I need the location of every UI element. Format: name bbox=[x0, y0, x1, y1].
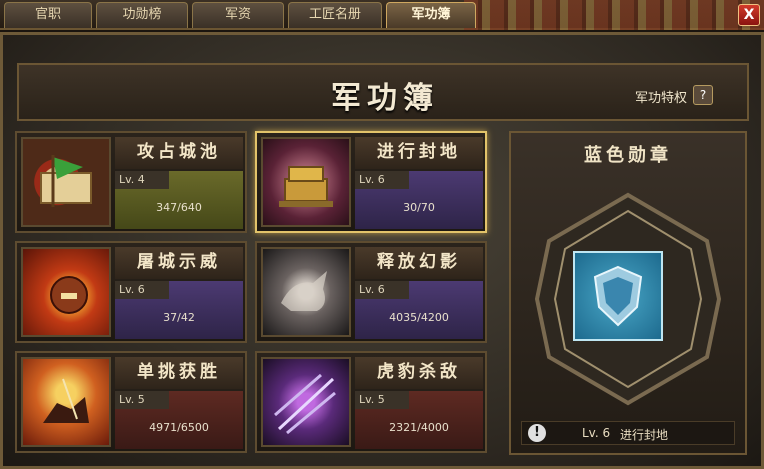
scroll-flag-icon bbox=[21, 137, 111, 227]
card-level: Lv. 5 bbox=[355, 391, 409, 409]
card-progress-panel: Lv. 6 37/42 bbox=[115, 281, 243, 339]
card-progress: 347/640 bbox=[156, 201, 202, 214]
medal-achievement-name: 进行封地 bbox=[620, 428, 669, 442]
card-progress-panel: Lv. 5 4971/6500 bbox=[115, 391, 243, 449]
medal-level: Lv. 6 bbox=[582, 426, 611, 440]
card-progress: 37/42 bbox=[163, 311, 195, 324]
card-level: Lv. 6 bbox=[115, 281, 169, 299]
merit-card-capture-city[interactable]: 攻占城池 Lv. 4 347/640 bbox=[15, 131, 247, 233]
merit-card-tiger-leopard[interactable]: 虎豹杀敌 Lv. 5 2321/4000 bbox=[255, 351, 487, 453]
card-progress-panel: Lv. 6 4035/4200 bbox=[355, 281, 483, 339]
merit-book-panel: 军功簿 军功特权 ? 攻占城池 Lv. 4 347/640 进行封地 Lv. 6… bbox=[0, 32, 764, 469]
card-level: Lv. 4 bbox=[115, 171, 169, 189]
tab-official-rank[interactable]: 官职 bbox=[4, 2, 92, 28]
tab-merit-ranking[interactable]: 功勋榜 bbox=[96, 2, 188, 28]
blue-shield-medal-icon[interactable] bbox=[573, 251, 663, 341]
medal-title: 蓝色勋章 bbox=[584, 145, 672, 166]
tab-artisan-roster[interactable]: 工匠名册 bbox=[288, 2, 382, 28]
exclamation-icon: ! bbox=[528, 424, 546, 442]
phantom-horse-icon bbox=[261, 247, 351, 337]
card-progress: 4035/4200 bbox=[389, 311, 449, 324]
merit-card-fief[interactable]: 进行封地 Lv. 6 30/70 bbox=[255, 131, 487, 233]
card-title: 单挑获胜 bbox=[115, 357, 243, 389]
card-title: 屠城示威 bbox=[115, 247, 243, 279]
medal-panel: 蓝色勋章 ! Lv. 6 进行封地 bbox=[509, 131, 747, 455]
card-title: 释放幻影 bbox=[355, 247, 483, 279]
merit-card-massacre[interactable]: 屠城示威 Lv. 6 37/42 bbox=[15, 241, 247, 343]
card-progress: 2321/4000 bbox=[389, 421, 449, 434]
card-title: 进行封地 bbox=[355, 137, 483, 169]
card-level: Lv. 6 bbox=[355, 281, 409, 299]
card-progress-panel: Lv. 5 2321/4000 bbox=[355, 391, 483, 449]
treasure-chest-icon bbox=[261, 137, 351, 227]
card-level: Lv. 6 bbox=[355, 171, 409, 189]
card-title: 攻占城池 bbox=[115, 137, 243, 169]
card-progress-panel: Lv. 6 30/70 bbox=[355, 171, 483, 229]
card-progress: 4971/6500 bbox=[149, 421, 209, 434]
medal-footer: ! Lv. 6 进行封地 bbox=[521, 421, 735, 445]
close-button[interactable]: X bbox=[738, 4, 760, 26]
card-progress: 30/70 bbox=[403, 201, 435, 214]
privilege-link[interactable]: 军功特权 bbox=[635, 87, 687, 106]
spears-icon bbox=[261, 357, 351, 447]
tab-bar: 官职 功勋榜 军资 工匠名册 军功簿 X bbox=[0, 0, 764, 30]
card-level: Lv. 5 bbox=[115, 391, 169, 409]
warrior-face-icon bbox=[21, 247, 111, 337]
tab-merit-book[interactable]: 军功簿 bbox=[386, 2, 476, 28]
card-title: 虎豹杀敌 bbox=[355, 357, 483, 389]
merit-card-phantom[interactable]: 释放幻影 Lv. 6 4035/4200 bbox=[255, 241, 487, 343]
card-progress-panel: Lv. 4 347/640 bbox=[115, 171, 243, 229]
panel-header: 军功簿 军功特权 ? bbox=[17, 63, 749, 121]
scenery-background bbox=[464, 0, 764, 30]
merit-card-duel[interactable]: 单挑获胜 Lv. 5 4971/6500 bbox=[15, 351, 247, 453]
tab-military-supplies[interactable]: 军资 bbox=[192, 2, 284, 28]
duel-horse-icon bbox=[21, 357, 111, 447]
help-button[interactable]: ? bbox=[693, 85, 713, 105]
